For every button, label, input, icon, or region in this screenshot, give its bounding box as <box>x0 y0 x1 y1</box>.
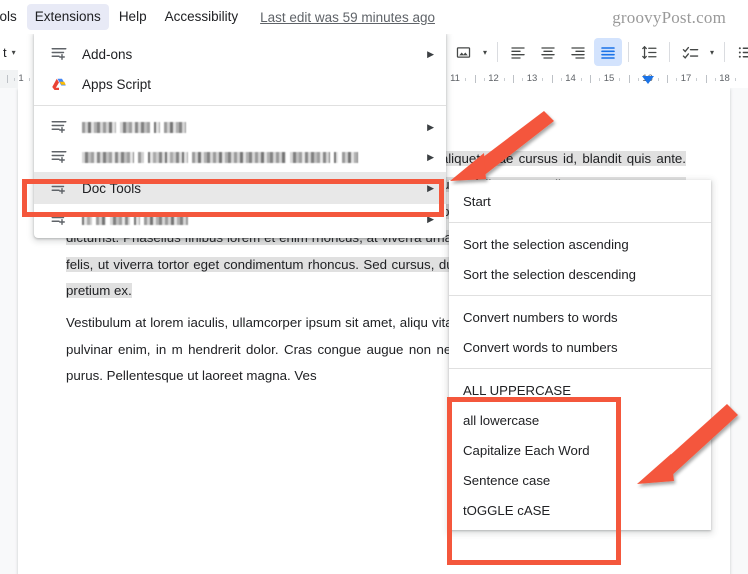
submenu-item-all-uppercase[interactable]: ALL UPPERCASE <box>449 375 711 405</box>
menu-item-redacted-2[interactable]: ▶ <box>34 142 446 172</box>
menu-item-apps-script[interactable]: Apps Script <box>34 69 446 99</box>
chevron-right-icon: ▶ <box>427 182 434 193</box>
addon-list-icon <box>48 177 70 199</box>
bulleted-list-button[interactable] <box>731 38 748 66</box>
toolbar-divider <box>497 42 498 62</box>
submenu-divider <box>449 368 711 369</box>
doc-tools-submenu: Start Sort the selection ascending Sort … <box>449 180 711 530</box>
toolbar-divider <box>724 42 725 62</box>
chevron-down-icon[interactable]: ▾ <box>478 38 492 66</box>
ruler-number-14: 14 <box>565 73 576 84</box>
menu-item-redacted-4[interactable]: ▶ <box>34 204 446 234</box>
menu-bar: ools Extensions Help Accessibility Last … <box>0 0 748 34</box>
line-spacing-button[interactable] <box>635 38 663 66</box>
menu-item-label: Doc Tools <box>82 180 142 196</box>
menu-help[interactable]: Help <box>111 4 155 30</box>
ruler-indent-marker[interactable] <box>641 76 654 84</box>
extensions-dropdown-menu: Add-ons ▶ Apps Script ▶ ▶ Doc Tools ▶ ▶ <box>34 33 446 238</box>
submenu-item-sort-ascending[interactable]: Sort the selection ascending <box>449 229 711 259</box>
menu-item-label: Apps Script <box>82 76 152 92</box>
toolbar-left-group: t ▾ <box>0 34 21 70</box>
submenu-item-convert-words-to-numbers[interactable]: Convert words to numbers <box>449 332 711 362</box>
screenshot-root: porta non lectus. Maecenas a enim nec od… <box>0 0 748 574</box>
last-edit-link[interactable]: Last edit was 59 minutes ago <box>260 10 435 25</box>
ruler-number-15: 15 <box>603 73 615 84</box>
submenu-item-all-lowercase[interactable]: all lowercase <box>449 405 711 435</box>
ruler-number-left: 1 <box>18 73 24 84</box>
menu-divider <box>34 105 446 106</box>
ruler-number-18: 18 <box>719 73 730 84</box>
align-right-button[interactable] <box>564 38 592 66</box>
align-left-button[interactable] <box>504 38 532 66</box>
menu-item-label-redacted <box>82 121 419 133</box>
addon-list-icon <box>48 146 70 168</box>
watermark: groovyPost.com <box>612 8 726 27</box>
menu-item-doc-tools[interactable]: Doc Tools ▶ <box>34 172 446 204</box>
submenu-item-convert-numbers-to-words[interactable]: Convert numbers to words <box>449 302 711 332</box>
menu-item-add-ons[interactable]: Add-ons ▶ <box>34 39 446 69</box>
apps-script-icon <box>48 73 70 95</box>
menu-item-label: Add-ons <box>82 46 133 62</box>
ruler-number-13: 13 <box>526 73 538 84</box>
menu-accessibility[interactable]: Accessibility <box>157 4 247 30</box>
ruler-number-17: 17 <box>680 73 692 84</box>
menu-item-redacted-1[interactable]: ▶ <box>34 112 446 142</box>
menu-item-label-redacted <box>82 213 419 225</box>
menu-item-label-redacted <box>82 151 419 163</box>
chevron-right-icon: ▶ <box>427 121 434 132</box>
submenu-divider <box>449 295 711 296</box>
submenu-item-toggle-case[interactable]: tOGGLE cASE <box>449 495 711 525</box>
submenu-item-sort-descending[interactable]: Sort the selection descending <box>449 259 711 289</box>
menu-extensions[interactable]: Extensions <box>26 4 109 30</box>
align-justify-button[interactable] <box>594 38 622 66</box>
chevron-right-icon: ▶ <box>427 151 434 162</box>
chevron-down-icon[interactable]: ▾ <box>705 38 719 66</box>
menu-tools[interactable]: ools <box>0 4 25 30</box>
toolbar-divider <box>669 42 670 62</box>
submenu-item-start[interactable]: Start <box>449 186 711 216</box>
addon-list-icon <box>48 208 70 230</box>
insert-image-button[interactable] <box>449 38 477 66</box>
submenu-item-sentence-case[interactable]: Sentence case <box>449 465 711 495</box>
toolbar-right-group: ▾ ▾ <box>448 34 748 70</box>
submenu-divider <box>449 222 711 223</box>
addon-list-icon <box>48 43 70 65</box>
chevron-down-icon[interactable]: ▾ <box>7 38 21 66</box>
toolbar-divider <box>628 42 629 62</box>
submenu-item-capitalize-each-word[interactable]: Capitalize Each Word <box>449 435 711 465</box>
align-center-button[interactable] <box>534 38 562 66</box>
chevron-right-icon: ▶ <box>427 48 434 59</box>
addon-list-icon <box>48 116 70 138</box>
ruler-number-12: 12 <box>488 73 499 84</box>
ruler-number-11: 11 <box>450 73 460 84</box>
ruler-margin-shade <box>0 70 18 88</box>
checklist-button[interactable] <box>676 38 704 66</box>
chevron-right-icon: ▶ <box>427 213 434 224</box>
